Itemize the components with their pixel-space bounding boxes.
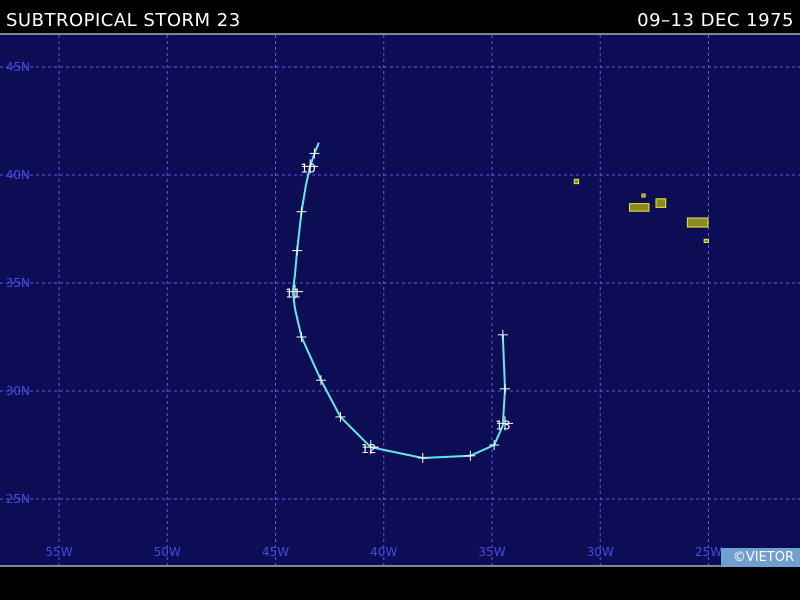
lon-tick-label: 40W — [370, 545, 397, 559]
azores-terceira-island — [655, 198, 667, 208]
lon-tick-label: 50W — [154, 545, 181, 559]
day-label: 13 — [495, 418, 510, 432]
track-map: 55W 50W 45W 40W 35W 30W 25W 45N 40N 35N 30N 25N 10 1… — [0, 33, 800, 567]
lat-tick-label: 35N — [6, 276, 30, 290]
azores-santa-maria-island — [703, 238, 709, 243]
lat-tick-label: 25N — [6, 492, 30, 506]
lon-tick-label: 45W — [262, 545, 289, 559]
day-label: 12 — [361, 442, 376, 456]
day-label: 11 — [285, 287, 300, 301]
copyright-badge: ©VIETOR — [720, 548, 800, 567]
day-label: 10 — [300, 161, 315, 175]
azores-corvo-island — [573, 178, 580, 185]
lon-tick-label: 35W — [478, 545, 505, 559]
lon-tick-label: 30W — [587, 545, 614, 559]
azores-sao-miguel-island — [686, 217, 709, 228]
azores-graciosa-island — [641, 193, 646, 198]
lat-tick-label: 30N — [6, 384, 30, 398]
lat-tick-label: 40N — [6, 168, 30, 182]
map-background — [0, 34, 800, 566]
lon-tick-label: 55W — [45, 545, 72, 559]
lon-tick-label: 25W — [695, 545, 722, 559]
lat-tick-label: 45N — [6, 60, 30, 74]
azores-faial-pico-island — [628, 203, 650, 212]
